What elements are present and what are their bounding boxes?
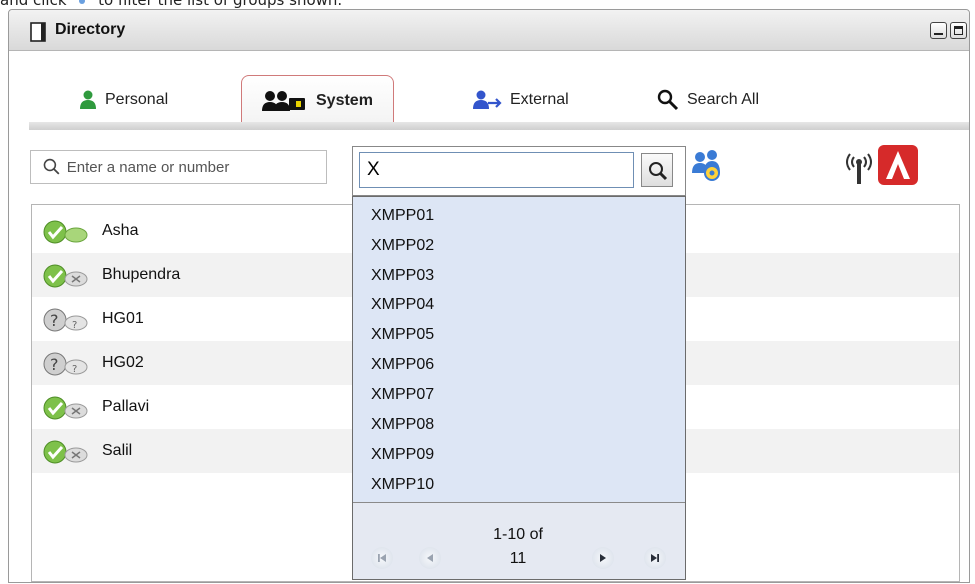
window-title: Directory	[55, 21, 126, 38]
group-filter-input[interactable]	[359, 152, 634, 188]
tab-search-all[interactable]: Search All	[657, 81, 759, 119]
tab-external[interactable]: External	[472, 81, 569, 119]
dropdown-item[interactable]: XMPP10	[371, 476, 434, 494]
filter-group-icon	[79, 0, 86, 4]
group-filter-box	[352, 146, 686, 196]
contact-name: Salil	[102, 442, 133, 459]
system-people-icon	[262, 90, 305, 111]
contact-name: HG01	[102, 310, 144, 327]
name-search-box[interactable]	[30, 150, 327, 184]
pagination-range: 1-10 of	[493, 526, 543, 543]
pagination-total: 11	[509, 550, 527, 567]
dropdown-item[interactable]: XMPP08	[371, 416, 434, 434]
tab-search-all-label: Search All	[687, 91, 760, 108]
contact-name: Asha	[102, 222, 139, 239]
group-dropdown: XMPP01 XMPP02 XMPP03 XMPP04 XMPP05 XMPP0…	[352, 196, 686, 580]
avaya-logo-icon[interactable]	[876, 143, 920, 187]
svg-text:?: ?	[72, 364, 77, 375]
dropdown-item[interactable]: XMPP05	[371, 326, 434, 344]
unknown-status-icon: ? ?	[43, 308, 88, 332]
previous-page-icon	[427, 554, 433, 562]
last-page-button[interactable]	[644, 547, 666, 569]
instruction-suffix: to filter the list of groups shown.	[98, 0, 343, 9]
instruction-text: and click to filter the list of groups s…	[0, 0, 975, 9]
search-icon	[43, 158, 60, 175]
tab-personal-label: Personal	[105, 91, 169, 108]
tab-divider	[29, 122, 969, 130]
previous-page-button[interactable]	[419, 547, 441, 569]
title-bar: Directory	[9, 10, 969, 51]
tab-system-label: System	[316, 91, 373, 109]
svg-text:?: ?	[50, 355, 59, 374]
magnifier-icon	[657, 89, 679, 111]
name-search-input[interactable]	[64, 157, 326, 177]
person-arrow-icon	[473, 90, 502, 109]
minimize-button[interactable]	[930, 22, 947, 39]
pagination-bar: 1-10 of 11	[353, 503, 685, 579]
dropdown-item[interactable]: XMPP09	[371, 446, 434, 464]
next-page-button[interactable]	[592, 547, 614, 569]
tab-system[interactable]: System	[241, 75, 394, 125]
svg-text:?: ?	[72, 320, 77, 331]
dropdown-item[interactable]: XMPP04	[371, 296, 434, 314]
last-page-icon	[651, 554, 659, 562]
tab-personal[interactable]: Personal	[79, 81, 168, 119]
first-page-icon	[378, 554, 386, 562]
available-chat-icon	[43, 220, 88, 244]
group-search-button[interactable]	[641, 153, 673, 187]
contact-name: Bhupendra	[102, 266, 181, 283]
dropdown-item[interactable]: XMPP02	[371, 237, 434, 255]
maximize-button[interactable]	[950, 22, 967, 39]
available-offline-icon	[43, 264, 88, 288]
first-page-button[interactable]	[371, 547, 393, 569]
search-icon	[649, 162, 668, 181]
group-people-icon[interactable]	[690, 149, 730, 183]
dropdown-item[interactable]: XMPP03	[371, 267, 434, 285]
available-offline-icon	[43, 440, 88, 464]
directory-book-icon	[30, 22, 46, 42]
dropdown-item[interactable]: XMPP01	[371, 207, 434, 225]
dropdown-item[interactable]: XMPP07	[371, 386, 434, 404]
person-green-icon	[80, 90, 96, 109]
tab-bar: Personal System External Search All	[9, 71, 969, 125]
next-page-icon	[600, 554, 606, 562]
pagination-info: 1-10 of 11	[483, 523, 553, 571]
signal-icon[interactable]	[842, 146, 876, 186]
tab-external-label: External	[510, 91, 569, 108]
svg-text:?: ?	[50, 311, 59, 330]
dropdown-item[interactable]: XMPP06	[371, 356, 434, 374]
available-offline-icon	[43, 396, 88, 420]
contact-name: HG02	[102, 354, 144, 371]
contact-name: Pallavi	[102, 398, 150, 415]
instruction-prefix: and click	[0, 0, 67, 9]
unknown-status-icon: ? ?	[43, 352, 88, 376]
